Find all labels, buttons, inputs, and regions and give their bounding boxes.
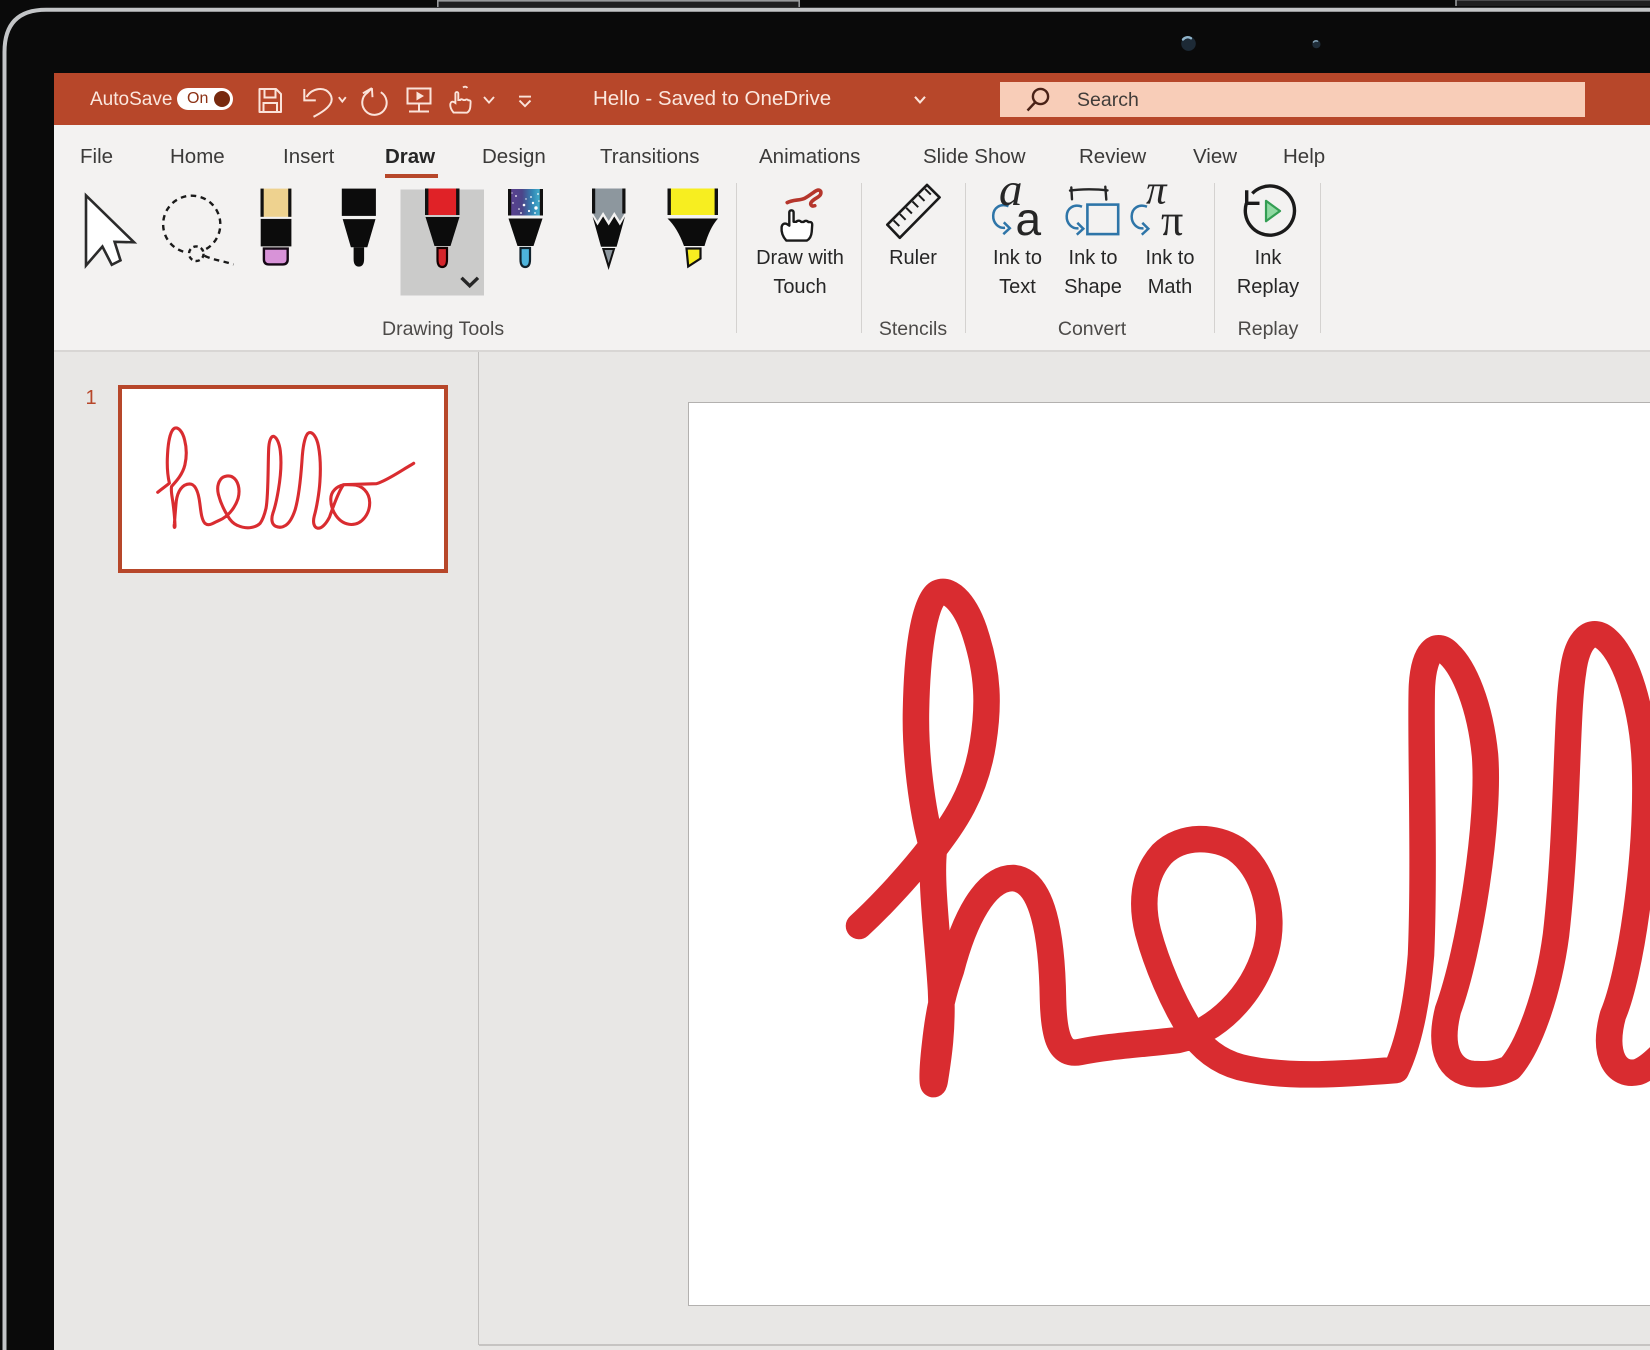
svg-text:π: π [1161, 196, 1183, 245]
svg-text:a: a [1016, 193, 1042, 245]
